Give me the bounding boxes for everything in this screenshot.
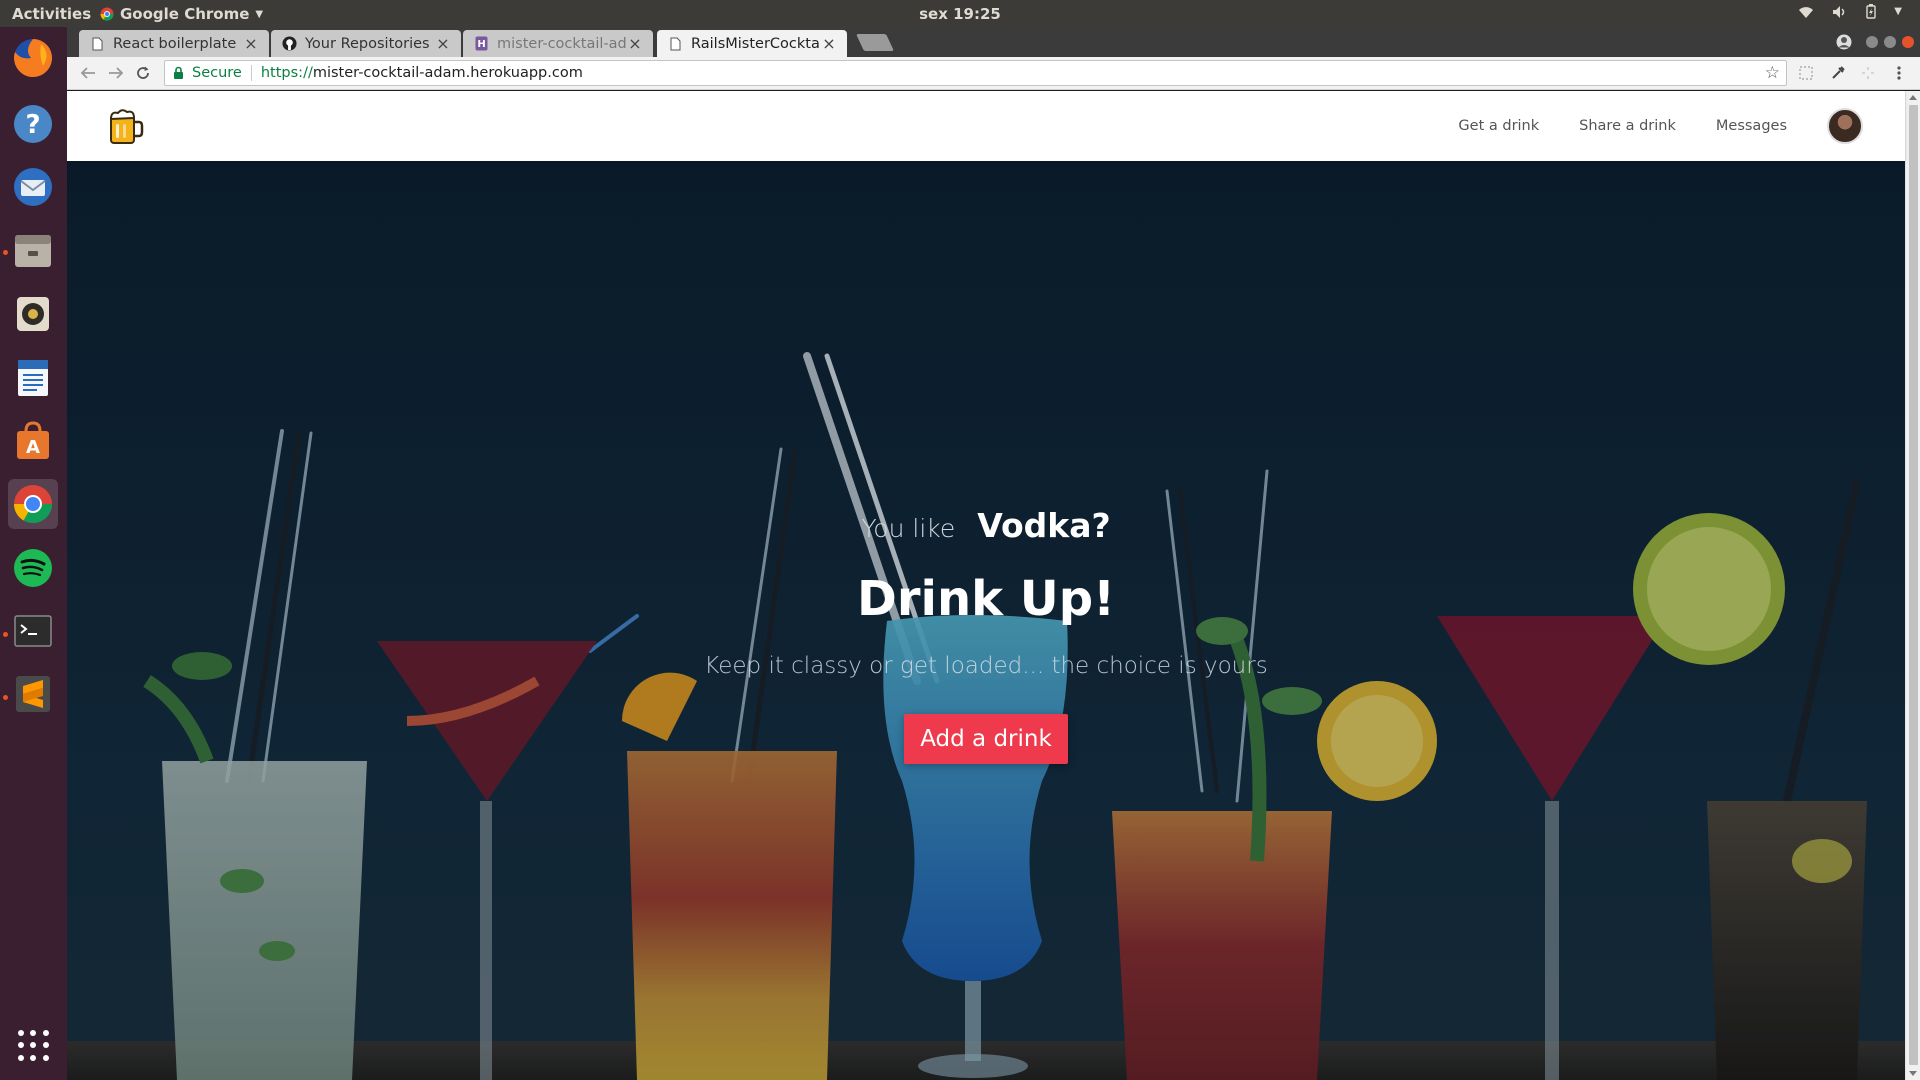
window-controls (1836, 34, 1914, 50)
help-launcher[interactable]: ? (8, 99, 58, 149)
divider (250, 65, 252, 81)
arrow-left-icon (80, 67, 95, 79)
close-tab-icon[interactable]: × (435, 34, 451, 53)
thunderbird-launcher[interactable] (8, 162, 58, 212)
github-icon (281, 36, 297, 52)
close-tab-icon[interactable]: × (821, 34, 837, 53)
hero-prefix: You like (861, 514, 956, 543)
spotify-icon (14, 549, 52, 587)
terminal-launcher[interactable] (8, 606, 58, 656)
music-player-icon (17, 297, 49, 331)
add-a-drink-button[interactable]: Add a drink (904, 714, 1068, 764)
wifi-icon (1799, 6, 1814, 18)
maximize-button[interactable] (1884, 36, 1896, 48)
writer-launcher[interactable] (8, 353, 58, 403)
browser-toolbar: Secure https:// mister-cocktail-adam.her… (67, 57, 1920, 90)
hero-drink-name: Vodka? (977, 506, 1111, 545)
user-avatar[interactable] (1827, 108, 1863, 144)
tab-title: Your Repositories (305, 35, 430, 52)
tab-title: mister-cocktail-ada (497, 35, 627, 52)
tab-title: RailsMisterCocktail (691, 35, 821, 52)
close-window-button[interactable] (1902, 36, 1914, 48)
hero-cta-wrapper: Add a drink (67, 714, 1905, 764)
tab-heroku-app[interactable]: H mister-cocktail-ada × (463, 30, 653, 57)
browser-window: React boilerplate × Your Repositories × … (67, 27, 1920, 1080)
extension-loading-icon[interactable] (1858, 63, 1878, 83)
lock-icon (173, 66, 187, 80)
terminal-icon (14, 615, 52, 647)
address-bar[interactable]: Secure https:// mister-cocktail-adam.her… (164, 60, 1787, 86)
volume-icon (1833, 5, 1845, 18)
help-icon: ? (14, 105, 52, 143)
tab-react-boilerplate[interactable]: React boilerplate × (79, 30, 269, 57)
system-top-bar: Activities Google Chrome ▼ sex 19:25 ▼ (0, 0, 1920, 27)
close-tab-icon[interactable]: × (243, 34, 259, 53)
back-button[interactable] (77, 62, 99, 84)
tab-strip: React boilerplate × Your Repositories × … (67, 27, 1920, 57)
document-icon (18, 360, 48, 396)
page-icon (89, 36, 105, 52)
hero-subtitle: You like Vodka? (67, 506, 1905, 545)
hero-tagline: Keep it classy or get loaded... the choi… (704, 653, 1268, 679)
svg-text:H: H (477, 39, 485, 50)
software-launcher[interactable]: A (8, 416, 58, 466)
svg-text:A: A (26, 437, 40, 458)
scroll-up-arrow-icon[interactable] (1909, 95, 1917, 100)
heroku-icon: H (473, 36, 489, 52)
nav-share-a-drink[interactable]: Share a drink (1579, 118, 1676, 134)
battery-icon (1866, 4, 1876, 19)
tab-title: React boilerplate (113, 35, 237, 52)
software-center-icon: A (17, 421, 49, 459)
close-tab-icon[interactable]: × (627, 34, 643, 53)
scrollbar-thumb[interactable] (1909, 105, 1918, 1065)
beer-mug-logo-icon[interactable] (105, 107, 145, 147)
show-applications-icon[interactable] (18, 1030, 50, 1062)
sublime-text-icon (16, 676, 50, 712)
tab-rails-mister-cocktail[interactable]: RailsMisterCocktail × (657, 30, 847, 57)
system-tray[interactable]: ▼ (1798, 4, 1902, 19)
launcher-dock: ? A (0, 27, 67, 1080)
chrome-menu-icon[interactable] (1889, 63, 1909, 83)
new-tab-button[interactable] (856, 34, 894, 51)
files-icon (15, 235, 51, 267)
chrome-launcher[interactable] (8, 479, 58, 529)
nav-get-a-drink[interactable]: Get a drink (1458, 118, 1539, 134)
reload-icon (137, 66, 149, 79)
page-scrollbar[interactable] (1905, 91, 1920, 1080)
hero-headline: Drink Up! (857, 571, 1115, 627)
nav-messages[interactable]: Messages (1716, 118, 1787, 134)
profile-icon[interactable] (1836, 34, 1852, 50)
chrome-icon (13, 485, 53, 524)
system-menu-chevron-icon: ▼ (1894, 6, 1902, 17)
url-host: mister-cocktail-adam.herokuapp.com (312, 65, 583, 81)
reload-button[interactable] (132, 62, 154, 84)
thunderbird-icon (14, 168, 52, 206)
site-nav-links: Get a drink Share a drink Messages (1418, 91, 1863, 161)
page-icon (667, 36, 683, 52)
arrow-right-icon (109, 67, 124, 79)
secure-label: Secure (192, 65, 242, 81)
spotify-launcher[interactable] (8, 543, 58, 593)
sublime-launcher[interactable] (8, 669, 58, 719)
firefox-icon (14, 38, 53, 77)
forward-button[interactable] (105, 62, 127, 84)
files-launcher[interactable] (8, 226, 58, 276)
scroll-down-arrow-icon[interactable] (1909, 1071, 1917, 1076)
extension-icon[interactable] (1796, 63, 1816, 83)
site-navbar: Get a drink Share a drink Messages (67, 91, 1905, 161)
svg-text:?: ? (25, 110, 40, 140)
tab-your-repositories[interactable]: Your Repositories × (271, 30, 461, 57)
url-protocol: https:// (260, 65, 313, 81)
page-viewport: Get a drink Share a drink Messages You l… (67, 91, 1920, 1080)
bookmark-star-icon[interactable]: ☆ (1765, 63, 1780, 83)
minimize-button[interactable] (1866, 36, 1878, 48)
rhythmbox-launcher[interactable] (8, 289, 58, 339)
firefox-launcher[interactable] (8, 33, 58, 83)
eyedropper-icon[interactable] (1828, 63, 1848, 83)
hero-banner: You like Vodka? Drink Up! Keep it classy … (67, 161, 1905, 1080)
clock[interactable]: sex 19:25 (0, 5, 1920, 23)
